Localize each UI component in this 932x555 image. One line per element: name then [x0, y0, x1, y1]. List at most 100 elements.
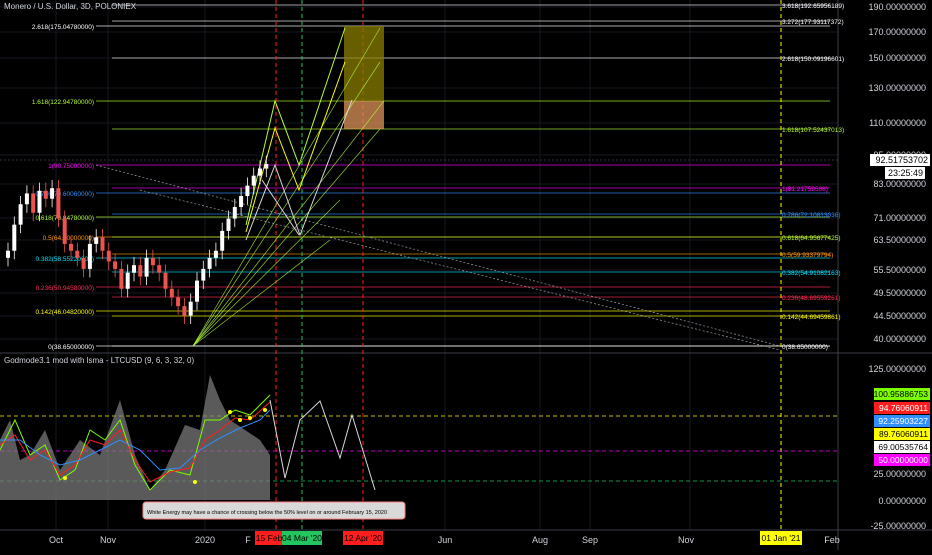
candle-body: [163, 272, 168, 289]
osc-signal-dot: [193, 480, 197, 484]
osc-signal-dot: [228, 410, 232, 414]
chart-svg[interactable]: 2.618(175.04780000) 1.618(122.94780000) 1(…: [0, 0, 932, 550]
price-tick-label: 63.50000000: [873, 235, 926, 245]
candle-body: [75, 250, 80, 258]
candle-body: [113, 261, 118, 269]
time-tick-label: F: [245, 535, 251, 545]
candle-body: [220, 230, 225, 251]
candle-body: [176, 297, 181, 307]
candle-body: [239, 196, 244, 208]
candle-body: [188, 301, 193, 316]
candle-body: [251, 175, 256, 186]
osc-tick-label: 0.00000000: [878, 496, 926, 506]
fib-right-label: 0.382(54.91082163): [782, 270, 841, 277]
candle-body: [106, 250, 111, 262]
osc-badge: 94.76060911: [879, 403, 928, 413]
osc-badge: 100.95886753: [874, 389, 929, 399]
time-marker: 15 Feb: [256, 533, 283, 543]
projection-box-top: [344, 26, 384, 101]
note-text: White Energy may have a chance of crossi…: [147, 510, 387, 516]
price-tick-label: 44.50000000: [873, 311, 926, 321]
fib-right-label: 0.618(64.95677425): [782, 235, 841, 242]
fib-right-label: 3.272(177.93117372): [782, 19, 844, 26]
time-tick-label: Feb: [824, 535, 840, 545]
time-marker: 01 Jan '21: [762, 533, 801, 543]
time-marker: 12 Apr '20: [344, 533, 382, 543]
fib-left-label: 1.618(122.94780000): [32, 99, 94, 106]
candle-body: [232, 207, 237, 219]
price-tick-label: 55.50000000: [873, 265, 926, 275]
fib-right-label: 2.618(150.09196601): [782, 56, 844, 63]
price-tick-label: 83.00000000: [873, 179, 926, 189]
candle-body: [100, 237, 105, 251]
time-marker: 04 Mar '20: [282, 533, 322, 543]
candle-body: [69, 243, 73, 251]
candle-body: [18, 204, 23, 225]
time-tick-label: Jun: [438, 535, 453, 545]
candle-body: [207, 257, 212, 269]
osc-signal-dot: [63, 476, 67, 480]
fib-left-label: 1(90.75000000): [48, 163, 94, 170]
candle-body: [226, 218, 231, 231]
last-price-badge: 92.51753702: [875, 155, 928, 165]
candle-body: [56, 188, 61, 219]
candle-body: [62, 218, 67, 244]
time-tick-label: Sep: [582, 535, 598, 545]
candle-body: [157, 265, 162, 273]
candle-body: [182, 306, 187, 316]
candle-body: [150, 257, 155, 266]
candle-body: [12, 224, 17, 251]
osc-axis: 125.0000000075.0000000025.000000000.0000…: [868, 364, 930, 531]
price-tick-label: 190.00000000: [868, 2, 926, 12]
time-tick-label: 2020: [195, 535, 215, 545]
candle-body: [258, 168, 262, 176]
candle-body: [24, 193, 29, 205]
fib-left-label: 0(38.65000000): [48, 344, 94, 351]
candle-body: [169, 288, 174, 298]
price-tick-label: 130.00000000: [868, 83, 926, 93]
candle-body: [31, 193, 36, 213]
candle-body: [201, 268, 206, 281]
candle-body: [195, 280, 199, 302]
price-tick-label: 110.00000000: [869, 118, 926, 128]
osc-tick-label: 25.00000000: [873, 469, 926, 479]
fib-right-label: 0.142(44.69459861): [782, 314, 841, 321]
candle-body: [119, 268, 124, 289]
candle-body: [50, 188, 55, 199]
osc-badge: 69.00535764: [878, 442, 928, 452]
fib-left-label: 0.142(46.04820000): [35, 309, 94, 316]
price-tick-label: 170.00000000: [868, 27, 926, 37]
chart-title: Monero / U.S. Dollar, 3D, POLONIEX: [4, 2, 137, 11]
candle-body: [81, 257, 86, 269]
fib-left-label: 0.5(64.70000000): [43, 235, 94, 242]
osc-signal-dot: [238, 418, 242, 422]
osc-signal-dot: [263, 408, 267, 412]
fib-right-label: 1(81.21759588): [782, 186, 828, 193]
countdown-badge: 23:25:49: [888, 168, 923, 178]
candle-body: [144, 257, 149, 277]
indicator-title: Godmode3.1 mod with lsma - LTCUSD (9, 6,…: [4, 356, 195, 365]
time-tick-label: Nov: [100, 535, 117, 545]
osc-tick-label: 125.00000000: [868, 364, 926, 374]
candle-body: [87, 243, 92, 269]
candle-body: [245, 185, 250, 197]
candle-body: [94, 237, 99, 244]
time-tick-label: Oct: [49, 535, 64, 545]
osc-signal-dot: [248, 416, 252, 420]
candle-body: [43, 190, 48, 199]
price-tick-label: 40.00000000: [873, 334, 926, 344]
fib-right-label: 0.786(72.10813036): [782, 212, 841, 219]
candle-body: [125, 272, 130, 289]
fib-right-label: 0.236(48.69559261): [782, 295, 841, 302]
chart-root: 2.618(175.04780000) 1.618(122.94780000) 1(…: [0, 0, 932, 550]
osc-badge: 50.00000000: [878, 455, 928, 465]
candle-body: [213, 250, 218, 258]
fib-left-label: 0.236(50.94580000): [35, 285, 94, 292]
candle-body: [138, 265, 143, 277]
fib-right-label: 0.5(59.93379794): [782, 252, 833, 259]
fib-left-label: 2.618(175.04780000): [32, 24, 94, 31]
price-tick-label: 150.00000000: [868, 53, 926, 63]
fib-right-label: 0(38.65000000): [782, 344, 828, 351]
candle-body: [37, 190, 42, 213]
price-tick-label: 49.50000000: [873, 288, 926, 298]
